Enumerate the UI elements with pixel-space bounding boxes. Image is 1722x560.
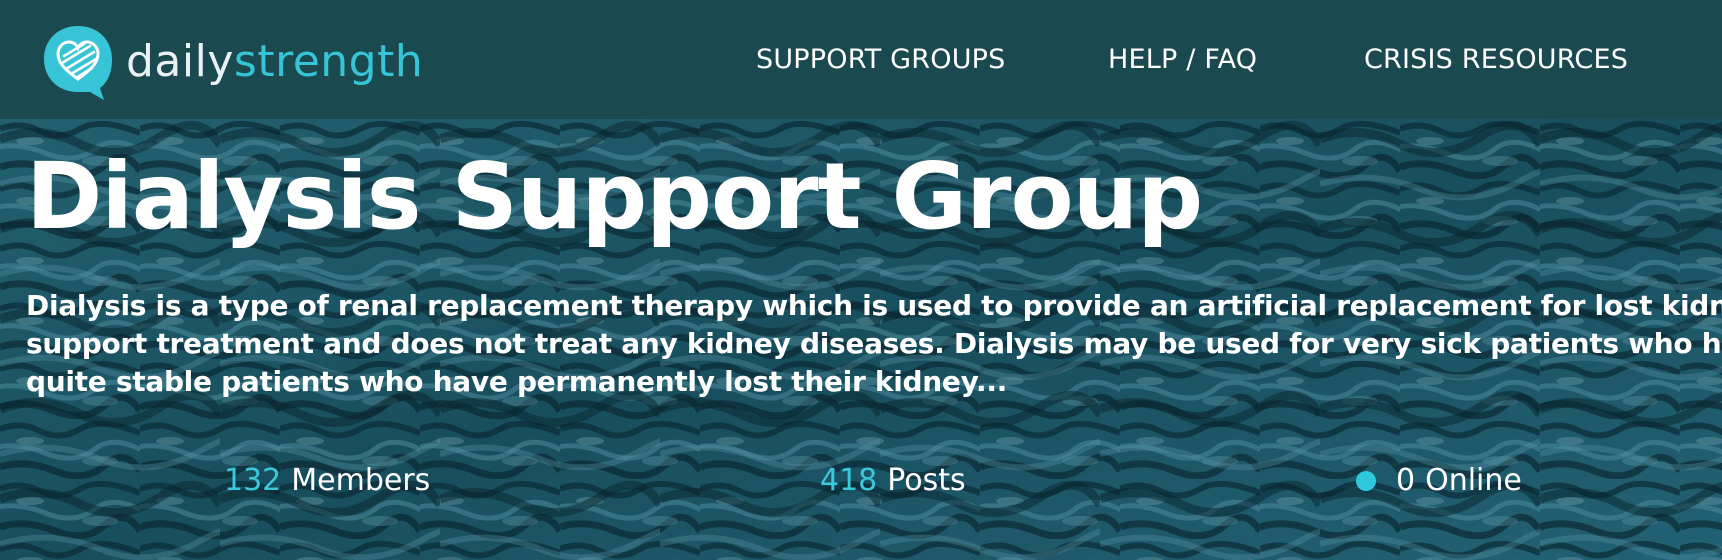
posts-stat: 418 Posts	[820, 463, 966, 498]
members-label: Members	[291, 463, 431, 498]
brand-wordmark: dailystrength	[126, 40, 423, 84]
top-navigation-bar: dailystrength SUPPORT GROUPS HELP / FAQ …	[0, 0, 1722, 119]
page: dailystrength SUPPORT GROUPS HELP / FAQ …	[0, 0, 1722, 560]
online-count: 0	[1396, 463, 1416, 498]
nav-support-groups[interactable]: SUPPORT GROUPS	[756, 44, 1006, 75]
group-hero-banner: Dialysis Support Group Dialysis is a typ…	[0, 119, 1722, 560]
brand-name-daily: daily	[126, 36, 234, 87]
brand-logo-link[interactable]: dailystrength	[40, 22, 423, 102]
members-count: 132	[224, 463, 282, 498]
group-description: Dialysis is a type of renal replacement …	[26, 287, 1722, 401]
online-label: Online	[1425, 463, 1522, 498]
online-stat: 0 Online	[1356, 463, 1522, 498]
members-stat: 132 Members	[224, 463, 430, 498]
description-line: support treatment and does not treat any…	[26, 327, 1722, 360]
description-line: quite stable patients who have permanent…	[26, 365, 1007, 398]
page-title: Dialysis Support Group	[26, 143, 1203, 250]
posts-count: 418	[820, 463, 878, 498]
description-line: Dialysis is a type of renal replacement …	[26, 289, 1722, 322]
heart-chat-bubble-icon	[44, 26, 112, 100]
hero-content: Dialysis Support Group Dialysis is a typ…	[0, 119, 1722, 560]
nav-help-faq[interactable]: HELP / FAQ	[1108, 44, 1257, 75]
brand-name-strength: strength	[233, 36, 424, 87]
posts-label: Posts	[887, 463, 966, 498]
online-status-dot-icon	[1356, 470, 1376, 491]
nav-crisis-resources[interactable]: CRISIS RESOURCES	[1364, 44, 1628, 75]
